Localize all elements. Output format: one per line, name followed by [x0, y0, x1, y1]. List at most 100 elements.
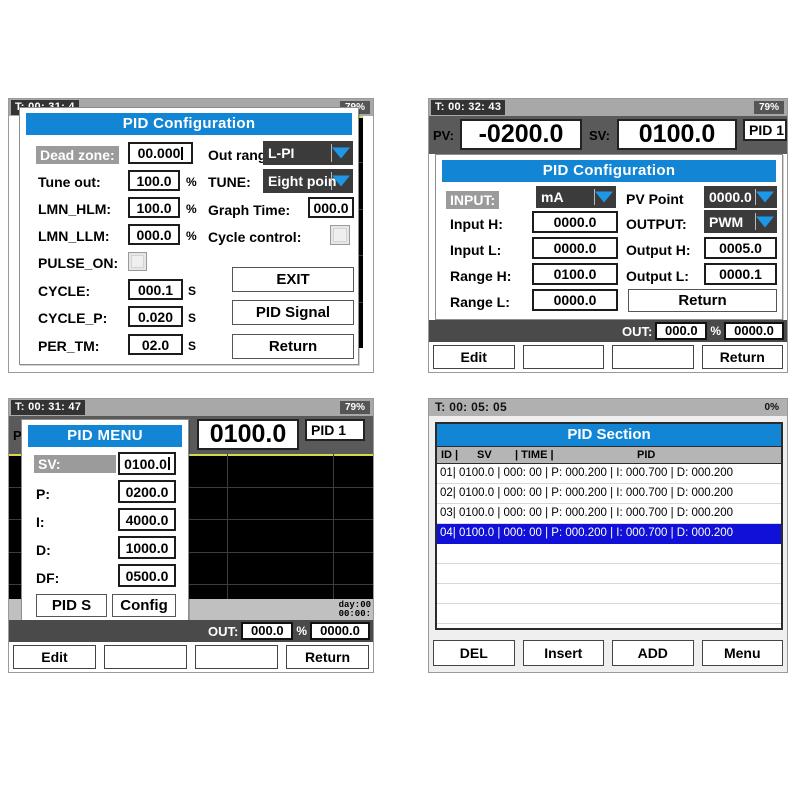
field-label-cycle[interactable]: CYCLE:	[38, 283, 90, 299]
field-label-out-range[interactable]: Out rang	[208, 147, 266, 163]
field-label-output[interactable]: OUTPUT:	[626, 216, 687, 232]
checkbox-cycle-control[interactable]	[330, 225, 350, 245]
out-secondary-value: 0000.0	[310, 622, 370, 640]
field-label-range-h[interactable]: Range H:	[450, 268, 511, 284]
field-label-pv-point[interactable]: PV Point	[626, 191, 684, 207]
field-label-graph-time[interactable]: Graph Time:	[208, 202, 290, 218]
input-cycle-p[interactable]: 0.020	[128, 306, 183, 327]
field-label-tune[interactable]: TUNE:	[208, 174, 251, 190]
input-input-l[interactable]: 0000.0	[532, 237, 618, 259]
checkbox-pulse-on[interactable]	[128, 252, 147, 271]
chevron-down-icon[interactable]	[595, 191, 613, 203]
input-dead-zone[interactable]: 00.000	[128, 142, 193, 164]
combo-pv-point[interactable]: 0000.0	[704, 186, 777, 208]
table-row[interactable]	[437, 584, 781, 604]
softkey-menu[interactable]: Menu	[701, 640, 783, 666]
field-label-range-l[interactable]: Range L:	[450, 294, 510, 310]
input-output-h[interactable]: 0005.0	[704, 237, 777, 259]
pid-tag[interactable]: PID 1	[743, 119, 787, 141]
field-label-lmn-hlm[interactable]: LMN_HLM:	[38, 201, 111, 217]
input-i[interactable]: 4000.0	[118, 508, 176, 531]
panel4-softkey-bar: DEL Insert ADD Menu	[429, 637, 787, 669]
softkey-del[interactable]: DEL	[433, 640, 515, 666]
softkey-blank-1[interactable]	[522, 345, 604, 369]
table-row[interactable]	[437, 604, 781, 624]
input-cycle[interactable]: 000.1	[128, 279, 183, 300]
field-label-lmn-llm[interactable]: LMN_LLM:	[38, 228, 110, 244]
pid-s-button[interactable]: PID S	[36, 594, 107, 617]
table-row[interactable]: 03| 0100.0 | 000: 00 | P: 000.200 | I: 0…	[437, 504, 781, 524]
field-label-dead-zone[interactable]: Dead zone:	[36, 146, 119, 164]
softkey-edit[interactable]: Edit	[433, 345, 515, 369]
table-header-pid: PID	[637, 449, 656, 461]
softkey-return[interactable]: Return	[701, 345, 783, 369]
unit-cycle: S	[188, 284, 197, 298]
input-input-h[interactable]: 0000.0	[532, 211, 618, 233]
panel3-battery: 79%	[339, 401, 370, 414]
return-button[interactable]: Return	[232, 334, 354, 359]
combo-output-type[interactable]: PWM	[704, 210, 777, 233]
input-lmn-hlm[interactable]: 100.0	[128, 197, 180, 218]
field-label-input[interactable]: INPUT:	[446, 191, 500, 209]
table-row-selected[interactable]: 04| 0100.0 | 000: 00 | P: 000.200 | I: 0…	[437, 524, 781, 544]
field-label-sv[interactable]: SV:	[34, 455, 116, 473]
input-sv[interactable]: 0100.0	[118, 452, 176, 475]
softkey-blank-2[interactable]	[195, 645, 278, 669]
table-row[interactable]	[437, 564, 781, 584]
input-lmn-llm[interactable]: 000.0	[128, 224, 180, 245]
combo-out-range-value: L-PI	[268, 145, 295, 161]
dialog-pid-configuration-basic: PID Configuration Dead zone: Tune out: L…	[19, 107, 359, 365]
input-range-h[interactable]: 0100.0	[532, 263, 618, 285]
input-p[interactable]: 0200.0	[118, 480, 176, 503]
config-button[interactable]: Config	[112, 594, 176, 617]
field-label-per-tm[interactable]: PER_TM:	[38, 338, 99, 354]
field-label-pulse-on[interactable]: PULSE_ON:	[38, 255, 118, 271]
table-row[interactable]: 01| 0100.0 | 000: 00 | P: 000.200 | I: 0…	[437, 464, 781, 484]
table-row[interactable]	[437, 624, 781, 628]
chevron-down-icon[interactable]	[756, 191, 774, 203]
softkey-edit[interactable]: Edit	[13, 645, 96, 669]
table-row[interactable]	[437, 544, 781, 564]
softkey-insert[interactable]: Insert	[522, 640, 604, 666]
combo-input-type[interactable]: mA	[536, 186, 616, 208]
chevron-down-icon[interactable]	[756, 216, 774, 227]
softkey-blank-2[interactable]	[612, 345, 694, 369]
field-label-tune-out[interactable]: Tune out:	[38, 174, 101, 190]
field-label-cycle-p[interactable]: CYCLE_P:	[38, 310, 107, 326]
input-df[interactable]: 0500.0	[118, 564, 176, 587]
exit-button[interactable]: EXIT	[232, 267, 354, 292]
pid-tag[interactable]: PID 1	[305, 419, 365, 441]
field-label-df[interactable]: DF:	[36, 570, 59, 586]
softkey-blank-1[interactable]	[104, 645, 187, 669]
chevron-down-icon[interactable]	[332, 147, 350, 159]
field-label-p[interactable]: P:	[36, 486, 50, 502]
pid-signal-button[interactable]: PID Signal	[232, 300, 354, 325]
combo-tune[interactable]: Eight poin	[263, 169, 353, 193]
input-per-tm[interactable]: 02.0	[128, 334, 183, 355]
return-button[interactable]: Return	[628, 289, 777, 312]
combo-tune-value: Eight poin	[268, 173, 337, 189]
field-label-input-l[interactable]: Input L:	[450, 242, 501, 258]
dialog-title: PID Configuration	[26, 113, 352, 135]
trend-gridline-v	[332, 454, 334, 617]
combo-out-range[interactable]: L-PI	[263, 141, 353, 165]
field-label-d[interactable]: D:	[36, 542, 51, 558]
field-label-output-h[interactable]: Output H:	[626, 242, 691, 258]
unit-lmn-hlm: %	[186, 202, 197, 216]
input-tune-out[interactable]: 100.0	[128, 170, 180, 191]
panel3-out-bar: OUT: 000.0 % 0000.0	[9, 620, 373, 642]
input-range-l[interactable]: 0000.0	[532, 289, 618, 311]
field-label-cycle-control[interactable]: Cycle control:	[208, 229, 301, 245]
input-graph-time[interactable]: 000.0	[308, 197, 354, 218]
field-label-i[interactable]: I:	[36, 514, 45, 530]
field-label-input-h[interactable]: Input H:	[450, 216, 503, 232]
softkey-add[interactable]: ADD	[612, 640, 694, 666]
softkey-return[interactable]: Return	[286, 645, 369, 669]
out-percent-symbol: %	[296, 624, 307, 638]
field-label-output-l[interactable]: Output L:	[626, 268, 689, 284]
table-row[interactable]: 02| 0100.0 | 000: 00 | P: 000.200 | I: 0…	[437, 484, 781, 504]
unit-tune-out: %	[186, 175, 197, 189]
chevron-down-icon[interactable]	[332, 175, 350, 187]
input-output-l[interactable]: 0000.1	[704, 263, 777, 285]
input-d[interactable]: 1000.0	[118, 536, 176, 559]
